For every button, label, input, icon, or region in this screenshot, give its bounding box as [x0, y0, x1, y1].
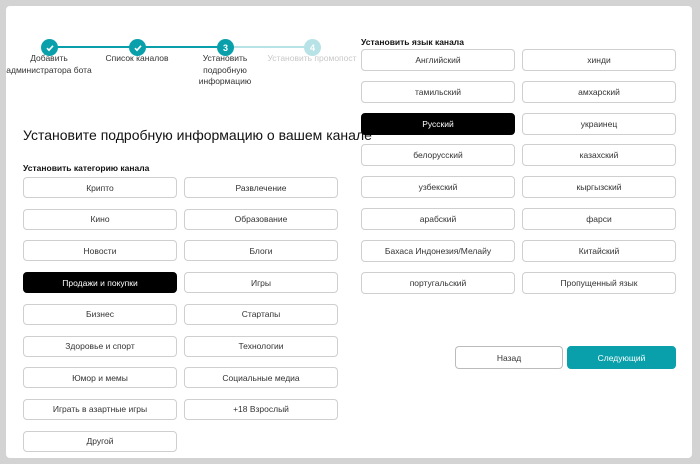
- category-option[interactable]: Здоровье и спорт: [23, 335, 177, 357]
- category-option[interactable]: Блоги: [184, 240, 338, 262]
- back-button[interactable]: Назад: [455, 346, 563, 369]
- language-option[interactable]: тамильский: [361, 80, 515, 103]
- language-option[interactable]: украинец: [522, 112, 676, 135]
- category-option[interactable]: Образование: [184, 208, 338, 230]
- language-option[interactable]: кыргызский: [522, 176, 676, 199]
- category-label: Установить категорию канала: [23, 163, 150, 173]
- step-1-label: Добавить администратора бота: [6, 53, 92, 75]
- language-option[interactable]: узбекский: [361, 176, 515, 199]
- category-option[interactable]: Другой: [23, 430, 177, 452]
- category-option[interactable]: Крипто: [23, 177, 177, 198]
- category-option[interactable]: Игры: [184, 272, 338, 294]
- category-option[interactable]: Играть в азартные игры: [23, 398, 177, 420]
- category-option[interactable]: Новости: [23, 240, 177, 262]
- page-title: Установите подробную информацию о вашем …: [23, 127, 372, 143]
- category-option[interactable]: Продажи и покупки: [23, 272, 177, 294]
- check-icon: [45, 44, 54, 51]
- language-option[interactable]: амхарский: [522, 80, 676, 103]
- category-option[interactable]: Социальные медиа: [184, 367, 338, 389]
- step-number: 4: [309, 42, 315, 53]
- stepper-connector: [49, 46, 137, 48]
- language-option[interactable]: арабский: [361, 208, 515, 230]
- step-3-label: Установить подробную информацию: [198, 53, 252, 86]
- step-number: 3: [222, 42, 228, 53]
- category-option[interactable]: Развлечение: [184, 177, 338, 198]
- language-option[interactable]: белорусский: [361, 144, 515, 167]
- next-button[interactable]: Следующий: [567, 346, 676, 369]
- language-label: Установить язык канала: [361, 37, 464, 47]
- language-option[interactable]: Русский: [361, 112, 515, 135]
- step-4-label: Установить промопост: [267, 53, 357, 63]
- language-option[interactable]: Китайский: [522, 239, 676, 262]
- category-option[interactable]: Кино: [23, 208, 177, 230]
- language-option[interactable]: Бахаса Индонезия/Мелайу: [361, 239, 515, 262]
- stepper-connector: [225, 46, 312, 48]
- category-option[interactable]: Стартапы: [184, 303, 338, 325]
- category-option[interactable]: Бизнес: [23, 303, 177, 325]
- step-2-label: Список каналов: [105, 53, 169, 63]
- language-option[interactable]: казахский: [522, 144, 676, 167]
- language-option[interactable]: Английский: [361, 49, 515, 71]
- stepper-connector: [137, 46, 225, 48]
- category-option[interactable]: +18 Взрослый: [184, 398, 338, 420]
- language-option[interactable]: хинди: [522, 49, 676, 71]
- check-icon: [133, 44, 142, 51]
- wizard-panel: Добавить администратора бота Список канал…: [6, 6, 692, 458]
- category-option[interactable]: Технологии: [184, 335, 338, 357]
- language-option[interactable]: португальский: [361, 271, 515, 294]
- category-option[interactable]: Юмор и мемы: [23, 367, 177, 389]
- language-option[interactable]: фарси: [522, 208, 676, 230]
- language-option[interactable]: Пропущенный язык: [522, 271, 676, 294]
